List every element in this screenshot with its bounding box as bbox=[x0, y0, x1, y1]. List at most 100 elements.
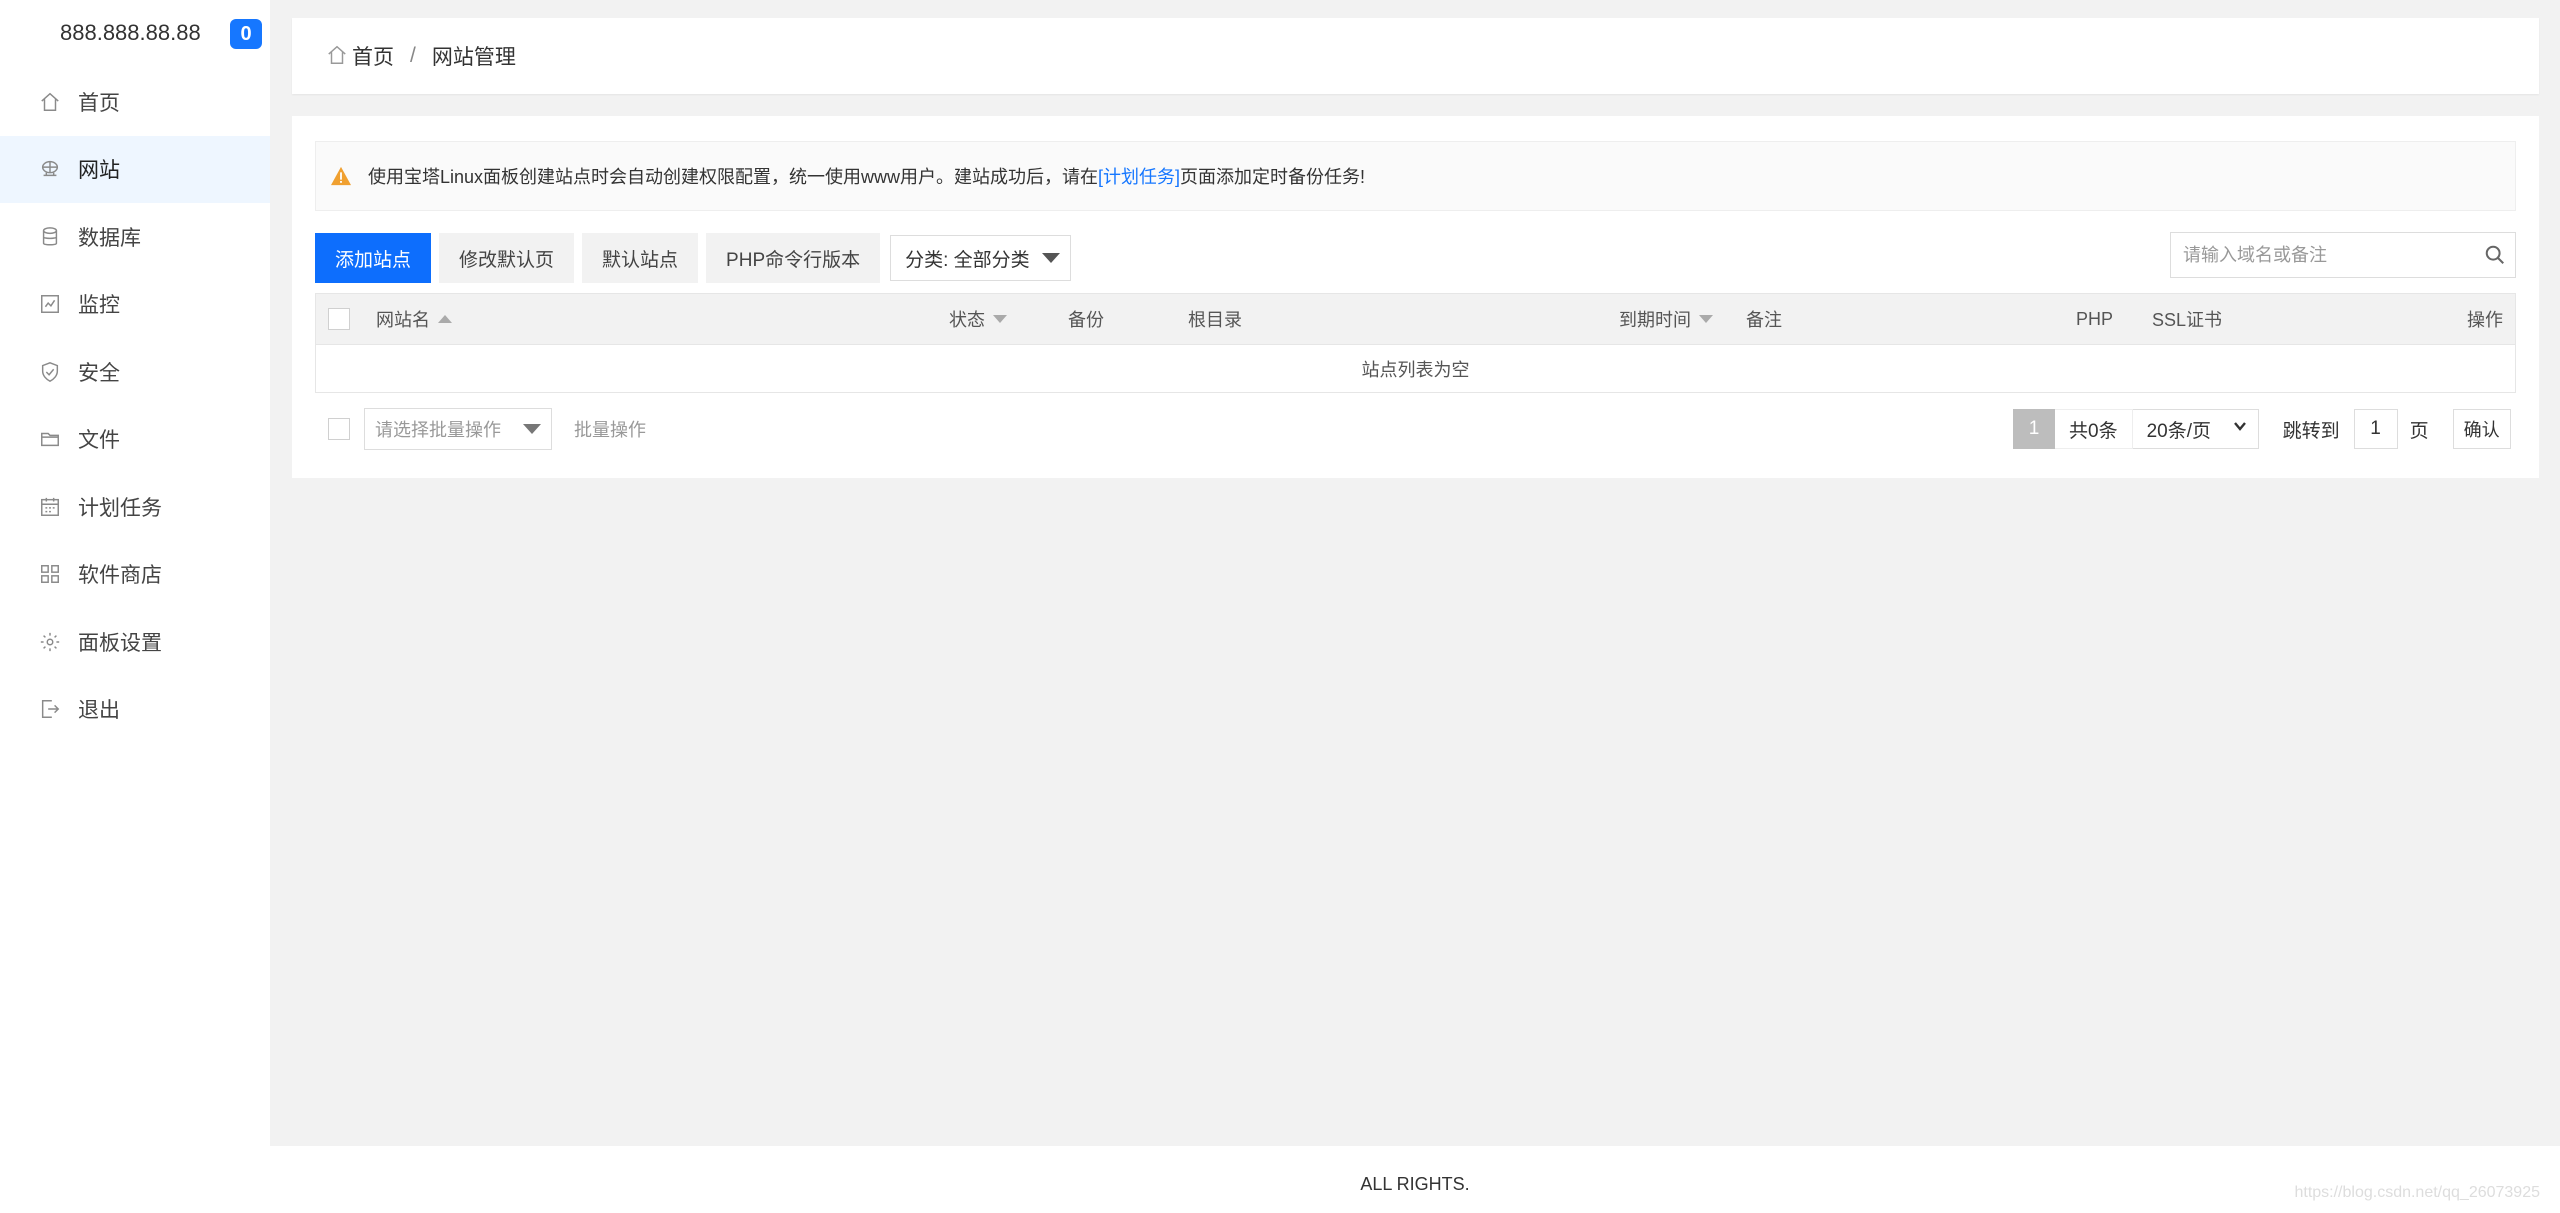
server-ip: 888.888.88.88 bbox=[60, 20, 201, 45]
sidebar-item-security[interactable]: 安全 bbox=[0, 338, 270, 406]
col-site-name[interactable]: 网站名 bbox=[376, 294, 452, 344]
gear-icon bbox=[38, 630, 62, 654]
watermark: https://blog.csdn.net/qq_26073925 bbox=[2294, 1184, 2540, 1201]
sidebar-item-label: 面板设置 bbox=[78, 631, 162, 655]
jump-label: 跳转到 bbox=[2282, 420, 2340, 442]
sidebar-item-database[interactable]: 数据库 bbox=[0, 203, 270, 271]
sidebar-item-files[interactable]: 文件 bbox=[0, 406, 270, 474]
sidebar-header: 888.888.88.88 0 bbox=[0, 0, 270, 68]
sidebar-item-logout[interactable]: 退出 bbox=[0, 676, 270, 744]
notice-text: 使用宝塔Linux面板创建站点时会自动创建权限配置，统一使用www用户。建站成功… bbox=[368, 167, 1099, 187]
batch-operation-button[interactable]: 批量操作 bbox=[574, 416, 646, 442]
col-expire-time[interactable]: 到期时间 bbox=[1619, 294, 1713, 344]
breadcrumb-current: 网站管理 bbox=[431, 46, 516, 69]
home-icon[interactable] bbox=[326, 44, 352, 69]
cron-task-link[interactable]: [计划任务] bbox=[1098, 163, 1180, 189]
batch-select-placeholder: 请选择批量操作 bbox=[375, 420, 501, 440]
chevron-down-icon bbox=[2232, 418, 2248, 440]
sidebar-item-label: 计划任务 bbox=[78, 496, 162, 520]
col-status[interactable]: 状态 bbox=[949, 294, 1007, 344]
sidebar-item-home[interactable]: 首页 bbox=[0, 68, 270, 136]
col-label: 状态 bbox=[949, 310, 985, 330]
sort-up-icon bbox=[438, 315, 452, 323]
sort-down-icon bbox=[1699, 315, 1713, 323]
site-table: 网站名 状态 备份 根目录 到期时间 备注 PHP SSL证书 操作 站点列表为… bbox=[315, 293, 2516, 393]
sidebar-item-monitor[interactable]: 监控 bbox=[0, 271, 270, 339]
search-icon[interactable] bbox=[2475, 244, 2515, 266]
footer: ALL RIGHTS. bbox=[270, 1146, 2560, 1213]
site-management-panel: 使用宝塔Linux面板创建站点时会自动创建权限配置，统一使用www用户。建站成功… bbox=[292, 116, 2539, 478]
col-label: 网站名 bbox=[376, 310, 430, 330]
notification-badge[interactable]: 0 bbox=[230, 19, 262, 49]
sidebar-item-label: 首页 bbox=[78, 91, 120, 115]
notice-text-tail: 页面添加定时备份任务! bbox=[1180, 167, 1366, 187]
page-size-value: 20条/页 bbox=[2146, 420, 2211, 442]
sidebar-item-label: 监控 bbox=[78, 294, 120, 318]
folder-icon bbox=[38, 427, 62, 451]
sidebar-item-website[interactable]: 网站 bbox=[0, 135, 270, 203]
category-select[interactable]: 分类: 全部分类 bbox=[890, 235, 1071, 281]
table-header: 网站名 状态 备份 根目录 到期时间 备注 PHP SSL证书 操作 bbox=[316, 294, 2515, 344]
sidebar-item-store[interactable]: 软件商店 bbox=[0, 541, 270, 609]
sidebar-nav: 首页 网站 数据库 监控 安全 文件 计划任务 软件商店 面板设置 退出 bbox=[0, 68, 270, 743]
monitor-icon bbox=[38, 292, 62, 316]
sidebar-item-settings[interactable]: 面板设置 bbox=[0, 608, 270, 676]
total-count: 共0条 bbox=[2055, 409, 2133, 449]
breadcrumb-home[interactable]: 首页 bbox=[352, 41, 394, 71]
col-ssl: SSL证书 bbox=[2152, 294, 2222, 344]
col-label: 到期时间 bbox=[1619, 310, 1691, 330]
grid-icon bbox=[38, 562, 62, 586]
shield-icon bbox=[38, 360, 62, 384]
warning-icon bbox=[330, 166, 352, 186]
col-label: SSL证书 bbox=[2152, 310, 2223, 330]
pagination: 1 共0条 20条/页 跳转到 页 确认 bbox=[2013, 409, 2511, 449]
col-label: PHP bbox=[2076, 308, 2114, 329]
globe-icon bbox=[38, 157, 62, 181]
add-site-button[interactable]: 添加站点 bbox=[315, 233, 432, 283]
breadcrumb: 首页 / 网站管理 bbox=[292, 18, 2539, 94]
logout-icon bbox=[38, 697, 62, 721]
modify-default-page-button[interactable]: 修改默认页 bbox=[439, 233, 575, 283]
caret-down-icon bbox=[523, 424, 541, 434]
notice-banner: 使用宝塔Linux面板创建站点时会自动创建权限配置，统一使用www用户。建站成功… bbox=[315, 141, 2516, 211]
col-label: 备注 bbox=[1746, 310, 1782, 330]
sidebar: 888.888.88.88 0 首页 网站 数据库 监控 安全 文件 计划任务 … bbox=[0, 0, 270, 1213]
page-button-current[interactable]: 1 bbox=[2013, 409, 2055, 449]
sidebar-item-label: 文件 bbox=[78, 429, 120, 453]
col-label: 操作 bbox=[2467, 310, 2503, 330]
sort-down-icon bbox=[993, 315, 1007, 323]
sidebar-item-cron[interactable]: 计划任务 bbox=[0, 473, 270, 541]
breadcrumb-separator: / bbox=[410, 44, 416, 67]
home-icon bbox=[38, 90, 62, 114]
caret-down-icon bbox=[1041, 253, 1060, 263]
sidebar-item-label: 软件商店 bbox=[78, 564, 162, 588]
sidebar-item-label: 退出 bbox=[78, 699, 120, 723]
batch-actions: 请选择批量操作 批量操作 bbox=[328, 408, 646, 450]
jump-confirm-button[interactable]: 确认 bbox=[2452, 409, 2511, 449]
sidebar-item-label: 数据库 bbox=[78, 226, 141, 250]
select-all-checkbox[interactable] bbox=[328, 308, 350, 330]
empty-state: 站点列表为空 bbox=[316, 344, 2515, 392]
col-backup: 备份 bbox=[1068, 294, 1104, 344]
search-box bbox=[2170, 232, 2516, 278]
php-cli-version-button[interactable]: PHP命令行版本 bbox=[706, 233, 881, 283]
category-select-value: 分类: 全部分类 bbox=[905, 249, 1030, 271]
footer-text: ALL RIGHTS. bbox=[1360, 1174, 1470, 1194]
sidebar-item-label: 网站 bbox=[78, 159, 120, 183]
jump-page-input[interactable] bbox=[2353, 409, 2398, 449]
col-php: PHP bbox=[2076, 294, 2113, 344]
database-icon bbox=[38, 225, 62, 249]
col-label: 备份 bbox=[1068, 310, 1104, 330]
sidebar-item-label: 安全 bbox=[78, 361, 120, 385]
page-size-select[interactable]: 20条/页 bbox=[2132, 409, 2259, 449]
search-input[interactable] bbox=[2171, 233, 2475, 277]
calendar-icon bbox=[38, 495, 62, 519]
batch-operation-select[interactable]: 请选择批量操作 bbox=[364, 408, 552, 450]
page-unit-label: 页 bbox=[2409, 420, 2429, 442]
col-label: 根目录 bbox=[1188, 310, 1242, 330]
select-all-cell bbox=[328, 294, 350, 344]
col-root-dir: 根目录 bbox=[1188, 294, 1242, 344]
batch-select-checkbox[interactable] bbox=[328, 418, 350, 440]
col-actions: 操作 bbox=[2467, 294, 2503, 344]
default-site-button[interactable]: 默认站点 bbox=[582, 233, 699, 283]
